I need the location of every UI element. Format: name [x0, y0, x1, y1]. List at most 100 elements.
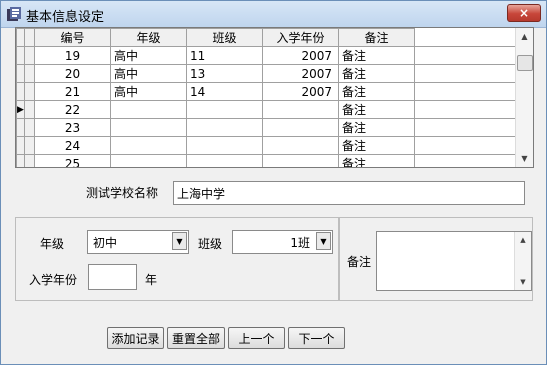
row-selector-spacer: [24, 82, 35, 101]
grid-vertical-scrollbar[interactable]: ▲ ▼: [515, 28, 533, 167]
cell-class[interactable]: [186, 136, 263, 155]
column-header-class[interactable]: 班级: [186, 28, 263, 47]
row-selector[interactable]: ▶: [16, 100, 25, 119]
cell-id[interactable]: 21: [34, 82, 111, 101]
row-selector-spacer: [24, 100, 35, 119]
app-icon: [7, 7, 21, 21]
cell-year[interactable]: [262, 136, 339, 155]
next-button[interactable]: 下一个: [288, 327, 345, 349]
cell-id[interactable]: 19: [34, 46, 111, 65]
class-select-value: 1班: [290, 236, 310, 250]
cell-class[interactable]: [186, 100, 263, 119]
table-row[interactable]: 24 备注: [16, 136, 517, 155]
cell-filler: [414, 46, 517, 65]
note-scrollbar[interactable]: ▲ ▼: [514, 232, 531, 290]
cell-filler: [414, 118, 517, 137]
table-row[interactable]: 23 备注: [16, 118, 517, 137]
scroll-down-icon[interactable]: ▼: [516, 150, 533, 167]
cell-filler: [414, 100, 517, 119]
table-row[interactable]: 20 高中 13 2007 备注: [16, 64, 517, 83]
cell-class[interactable]: 13: [186, 64, 263, 83]
records-grid[interactable]: 编号 年级 班级 入学年份 备注 19 高中 11 2007 备注 20 高中 13 2007 备…: [15, 27, 534, 168]
row-selector[interactable]: [16, 46, 25, 65]
table-row[interactable]: 21 高中 14 2007 备注: [16, 82, 517, 101]
row-selector[interactable]: [16, 118, 25, 137]
window-title: 基本信息设定: [26, 10, 105, 25]
cell-id[interactable]: 20: [34, 64, 111, 83]
previous-button[interactable]: 上一个: [228, 327, 285, 349]
cell-year[interactable]: [262, 154, 339, 167]
cell-grade[interactable]: [110, 100, 187, 119]
column-header-filler: [414, 28, 517, 47]
close-button[interactable]: ×: [507, 4, 541, 22]
cell-note[interactable]: 备注: [338, 154, 415, 167]
cell-id[interactable]: 24: [34, 136, 111, 155]
row-header-corner-2: [24, 28, 35, 47]
cell-class[interactable]: 11: [186, 46, 263, 65]
enroll-year-field[interactable]: [88, 264, 137, 290]
cell-grade[interactable]: [110, 136, 187, 155]
school-name-input[interactable]: [174, 182, 524, 204]
school-name-label: 测试学校名称: [86, 186, 159, 200]
cell-year[interactable]: 2007: [262, 64, 339, 83]
cell-note[interactable]: 备注: [338, 64, 415, 83]
cell-note[interactable]: 备注: [338, 136, 415, 155]
cell-class[interactable]: 14: [186, 82, 263, 101]
cell-year[interactable]: [262, 100, 339, 119]
title-bar[interactable]: 基本信息设定 ×: [1, 1, 546, 28]
column-header-id[interactable]: 编号: [34, 28, 111, 47]
row-selector-spacer: [24, 118, 35, 137]
column-header-grade[interactable]: 年级: [110, 28, 187, 47]
reset-all-button[interactable]: 重置全部: [167, 327, 225, 349]
table-row[interactable]: 25 备注: [16, 154, 517, 167]
cell-grade[interactable]: 高中: [110, 82, 187, 101]
cell-filler: [414, 136, 517, 155]
grade-select[interactable]: 初中 ▼: [87, 230, 189, 254]
cell-filler: [414, 82, 517, 101]
grade-dropdown-arrow-icon[interactable]: ▼: [172, 232, 187, 250]
row-selector[interactable]: [16, 136, 25, 155]
column-header-year[interactable]: 入学年份: [262, 28, 339, 47]
class-label: 班级: [198, 237, 223, 251]
cell-filler: [414, 64, 517, 83]
cell-id[interactable]: 23: [34, 118, 111, 137]
grid-header-row: 编号 年级 班级 入学年份 备注: [16, 28, 517, 47]
cell-note[interactable]: 备注: [338, 46, 415, 65]
column-header-note[interactable]: 备注: [338, 28, 415, 47]
cell-grade[interactable]: [110, 154, 187, 167]
note-textarea[interactable]: ▲ ▼: [376, 231, 532, 291]
row-selector[interactable]: [16, 82, 25, 101]
cell-class[interactable]: [186, 118, 263, 137]
enroll-year-input[interactable]: [89, 265, 136, 289]
class-dropdown-arrow-icon[interactable]: ▼: [316, 232, 331, 250]
row-selector[interactable]: [16, 64, 25, 83]
note-scroll-up-icon[interactable]: ▲: [515, 236, 531, 244]
cell-id[interactable]: 22: [34, 100, 111, 119]
school-name-field[interactable]: [173, 181, 525, 205]
scroll-thumb[interactable]: [517, 55, 533, 71]
grade-label: 年级: [40, 237, 65, 251]
row-selector[interactable]: [16, 154, 25, 167]
add-record-button[interactable]: 添加记录: [107, 327, 164, 349]
cell-note[interactable]: 备注: [338, 82, 415, 101]
cell-grade[interactable]: 高中: [110, 64, 187, 83]
scroll-up-icon[interactable]: ▲: [516, 28, 533, 45]
records-table: 编号 年级 班级 入学年份 备注 19 高中 11 2007 备注 20 高中 13 2007 备…: [16, 28, 517, 167]
cell-year[interactable]: 2007: [262, 46, 339, 65]
cell-year[interactable]: [262, 118, 339, 137]
note-scroll-down-icon[interactable]: ▼: [515, 278, 531, 286]
cell-grade[interactable]: [110, 118, 187, 137]
enroll-year-label: 入学年份: [29, 273, 78, 287]
cell-id[interactable]: 25: [34, 154, 111, 167]
class-select[interactable]: 1班 ▼: [232, 230, 333, 254]
cell-filler: [414, 154, 517, 167]
cell-year[interactable]: 2007: [262, 82, 339, 101]
cell-note[interactable]: 备注: [338, 100, 415, 119]
grade-select-value: 初中: [93, 236, 118, 250]
cell-note[interactable]: 备注: [338, 118, 415, 137]
table-row[interactable]: ▶ 22 备注: [16, 100, 517, 119]
cell-grade[interactable]: 高中: [110, 46, 187, 65]
enroll-year-unit: 年: [145, 273, 158, 287]
table-row[interactable]: 19 高中 11 2007 备注: [16, 46, 517, 65]
cell-class[interactable]: [186, 154, 263, 167]
